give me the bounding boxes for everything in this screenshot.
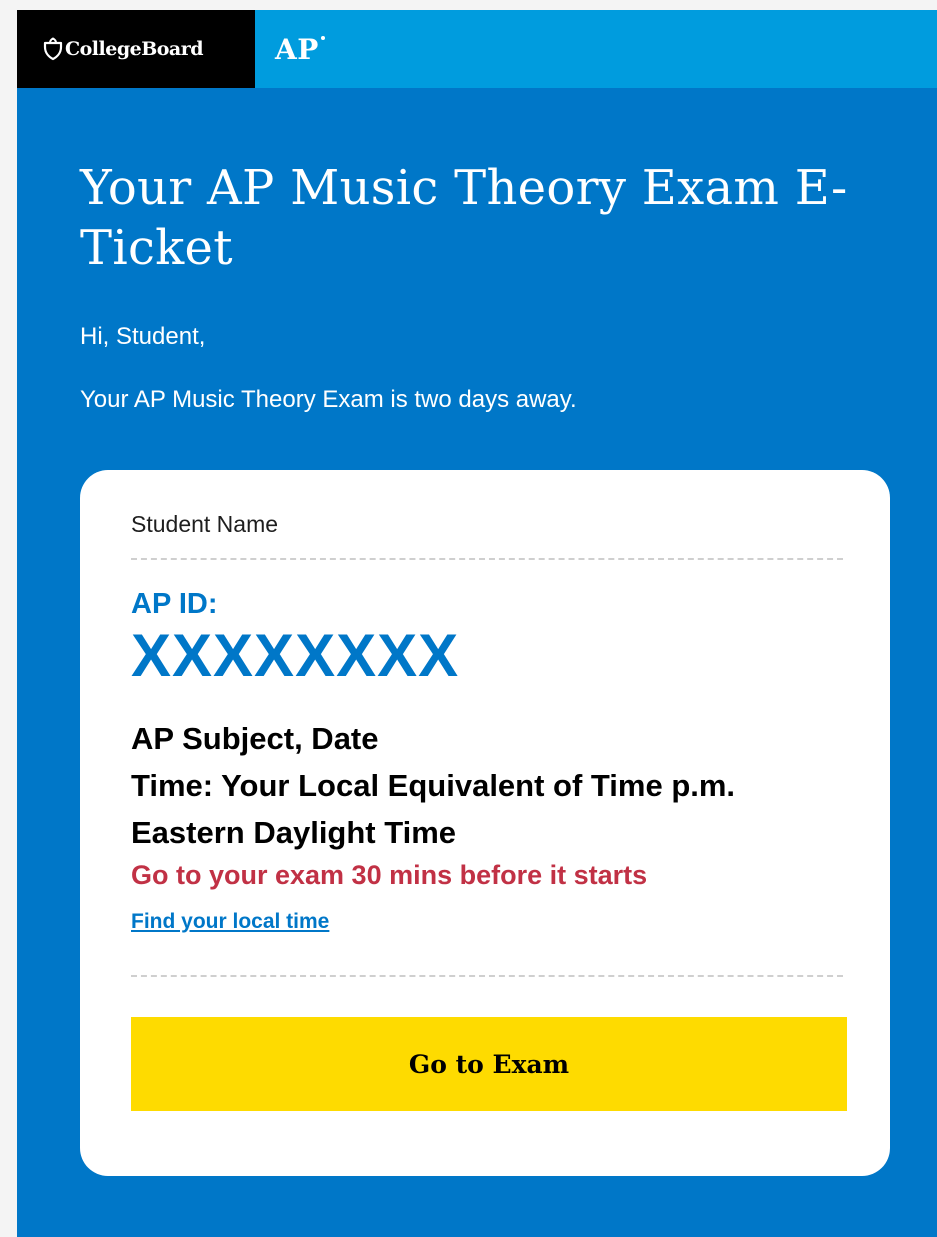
acorn-icon: [43, 37, 63, 61]
collegeboard-wordmark: CollegeBoard: [65, 38, 204, 60]
divider: [131, 558, 843, 560]
email-body: CollegeBoard AP Your AP Music Theory Exa…: [17, 10, 937, 1237]
arrival-warning: Go to your exam 30 mins before it starts: [131, 860, 648, 890]
exam-time: Time: Your Local Equivalent of Time p.m.: [131, 768, 736, 803]
exam-details: AP Subject, Date Time: Your Local Equiva…: [131, 715, 845, 856]
ap-id-label: AP ID:: [131, 588, 218, 620]
exam-subject-date: AP Subject, Date: [131, 721, 379, 756]
ap-wordmark: AP: [275, 32, 319, 66]
find-local-time-link[interactable]: Find your local time: [131, 909, 329, 935]
intro-text: Your AP Music Theory Exam is two days aw…: [80, 386, 577, 413]
email-header: CollegeBoard AP: [17, 10, 937, 88]
ap-logo-dot: [320, 35, 325, 40]
greeting-text: Hi, Student,: [80, 323, 206, 350]
ap-logo-bar: AP: [255, 10, 937, 88]
exam-timezone: Eastern Daylight Time: [131, 815, 457, 850]
student-name: Student Name: [131, 511, 279, 537]
page-title: Your AP Music Theory Exam E-Ticket: [80, 160, 848, 276]
email-content: Your AP Music Theory Exam E-Ticket Hi, S…: [17, 88, 937, 1176]
e-ticket-card: Student Name AP ID: XXXXXXXX AP Subject,…: [80, 470, 890, 1176]
go-to-exam-button[interactable]: Go to Exam: [131, 1017, 847, 1111]
ap-id-value: XXXXXXXX: [131, 622, 460, 689]
divider: [131, 975, 843, 977]
collegeboard-logo[interactable]: CollegeBoard: [17, 10, 255, 88]
ap-logo[interactable]: AP: [275, 32, 325, 66]
